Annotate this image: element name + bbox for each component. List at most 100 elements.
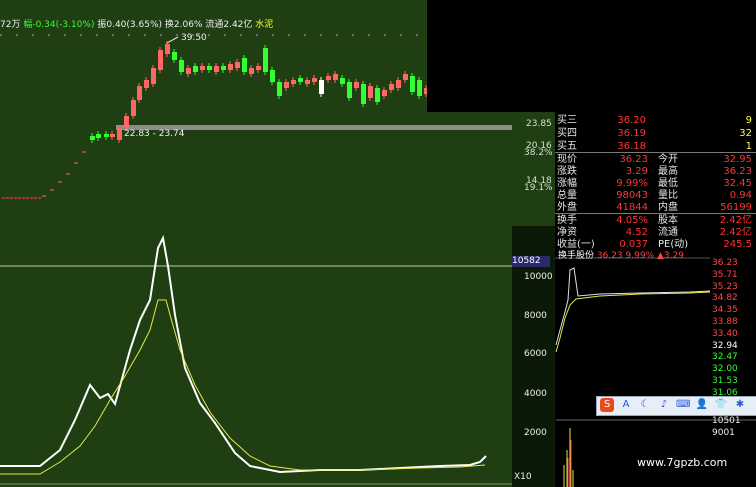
high-price-label: 39.50 <box>181 33 207 43</box>
candle <box>340 78 345 84</box>
candle <box>131 100 136 116</box>
shirt-icon[interactable]: 👕 <box>714 398 728 412</box>
mini-title-row: 换手股份 36.23 9.99% ▲3.29 <box>558 251 684 262</box>
candle <box>193 66 198 72</box>
candle <box>235 62 240 68</box>
candle <box>319 80 324 94</box>
mini-pct: 9.99% <box>625 251 655 261</box>
moon-icon[interactable]: ☾ <box>638 398 652 412</box>
volume-tick: 10000 <box>524 272 553 282</box>
user-icon[interactable]: 👤 <box>695 398 709 412</box>
axis-label: 38.2% <box>524 148 553 158</box>
candle <box>361 84 366 104</box>
mini-price-tick: 33.40 <box>712 328 738 339</box>
mini-price-tick: 31.53 <box>712 376 738 386</box>
candle <box>291 80 296 84</box>
mini-price-tick: 33.88 <box>712 317 738 327</box>
candle <box>333 74 338 80</box>
candle <box>186 68 191 74</box>
candle <box>270 70 275 82</box>
candle <box>144 80 149 88</box>
candle <box>284 82 289 88</box>
header-vol: 72万 <box>0 20 21 30</box>
mini-chg: ▲3.29 <box>657 251 684 261</box>
candle <box>298 78 303 82</box>
candle <box>312 78 317 82</box>
header-zhen: 振0.40(3.65%) <box>97 20 163 30</box>
mini-price-tick: 32.00 <box>712 364 738 375</box>
candle <box>96 134 101 138</box>
volume-tick: 6000 <box>524 349 547 359</box>
mini-price-tick: 32.94 <box>712 340 738 351</box>
candle <box>151 68 156 84</box>
candle <box>158 50 163 70</box>
candle <box>117 128 122 140</box>
candle <box>104 134 109 137</box>
volume-tick: 8000 <box>524 311 547 321</box>
volume-tick: 2000 <box>524 428 547 438</box>
volume-tick: 4000 <box>524 389 547 399</box>
candle <box>263 48 268 72</box>
candle <box>326 76 331 80</box>
sogou-logo-icon[interactable]: S <box>600 398 614 412</box>
ask-price: 36.20 <box>617 115 646 126</box>
music-icon[interactable]: ♪ <box>657 398 671 412</box>
candle <box>403 74 408 80</box>
axis-label: 23.85 <box>526 119 552 129</box>
ask-price: 36.19 <box>617 128 646 139</box>
indicator-chart <box>0 226 512 487</box>
candle <box>277 82 282 96</box>
candle <box>214 66 219 72</box>
mini-price-tick: 34.82 <box>712 293 738 304</box>
font-a-icon[interactable]: A <box>619 398 633 412</box>
axis-label: 19.1% <box>524 183 553 193</box>
header-liutong: 流通2.42亿 <box>205 20 253 30</box>
candle <box>347 82 352 98</box>
mini-price-tick: 35.71 <box>712 269 738 280</box>
volume-marker: 10582 <box>512 256 550 267</box>
x10-label: X10 <box>514 472 532 482</box>
candle <box>228 64 233 70</box>
ask-label: 买四 <box>557 128 577 139</box>
candle <box>200 66 205 70</box>
candle <box>410 76 415 92</box>
candle <box>137 86 142 100</box>
candle <box>256 66 261 70</box>
settings-icon[interactable]: ✱ <box>733 398 747 412</box>
watermark-text: www.7gpzb.com <box>637 456 728 469</box>
range-label: 22.83 - 23.74 <box>124 129 185 139</box>
mini-price-tick: 35.23 <box>712 281 738 292</box>
candle <box>179 60 184 72</box>
candle <box>305 80 310 84</box>
mini-vol-tick: 10501 <box>712 416 741 426</box>
candle <box>172 52 177 60</box>
ask-vol: 9 <box>745 115 752 126</box>
candle <box>368 86 373 98</box>
mini-price-tick: 34.35 <box>712 305 738 316</box>
candle <box>417 80 422 96</box>
candle <box>242 58 247 72</box>
candle <box>396 80 401 88</box>
candle <box>165 44 170 54</box>
candle <box>110 134 115 137</box>
header-huan: 换2.06% <box>164 20 203 30</box>
candle <box>90 136 95 140</box>
header-sector[interactable]: 水泥 <box>255 20 273 30</box>
ask-row: 买四 36.19 32 <box>555 127 756 140</box>
candle <box>375 88 380 102</box>
keyboard-icon[interactable]: ⌨ <box>676 398 690 412</box>
mini-price-tick: 36.23 <box>712 258 738 268</box>
mini-price: 36.23 <box>596 251 623 261</box>
ask-label: 买三 <box>557 115 577 126</box>
candle <box>389 84 394 90</box>
ask-row: 买三 36.20 9 <box>555 114 756 127</box>
header-fu: 幅-0.34(-3.10%) <box>23 20 95 30</box>
candle <box>382 90 387 96</box>
redaction-box <box>427 0 756 112</box>
candle <box>249 68 254 74</box>
candle <box>207 66 212 70</box>
mini-price-tick: 32.47 <box>712 352 738 363</box>
mini-title: 换手股份 <box>558 251 595 261</box>
candle <box>124 116 129 128</box>
header-bar: 72万 幅-0.34(-3.10%) 振0.40(3.65%) 换2.06% 流… <box>0 20 273 31</box>
